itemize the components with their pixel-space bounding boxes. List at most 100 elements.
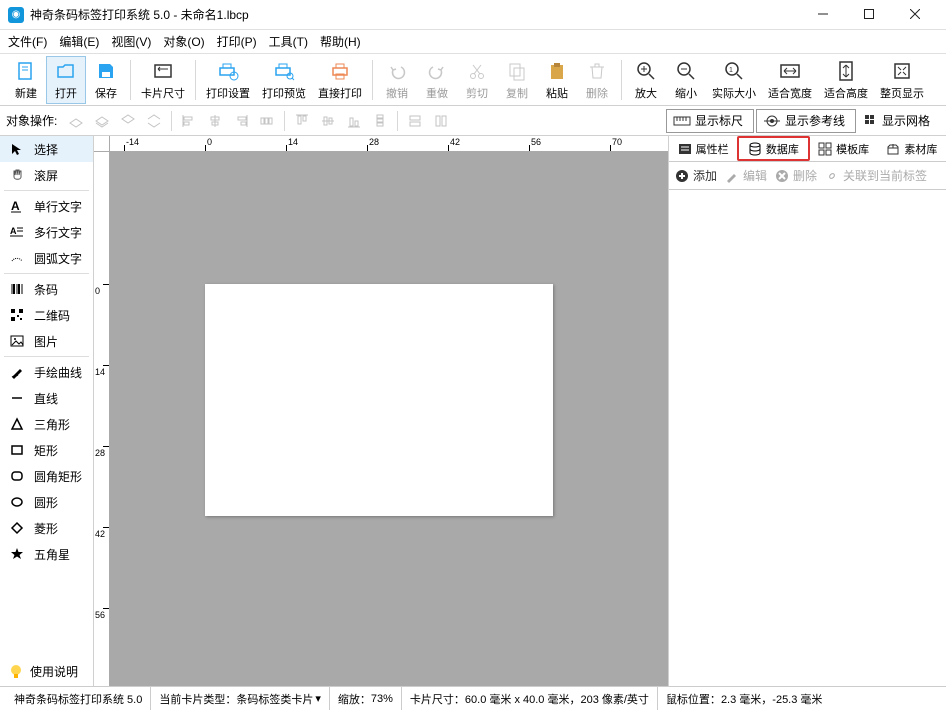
zoom-in-button[interactable]: 放大 bbox=[626, 56, 666, 104]
direct-print-button[interactable]: 直接打印 bbox=[312, 56, 368, 104]
align-right-icon[interactable] bbox=[230, 110, 252, 132]
dist-h-icon[interactable] bbox=[256, 110, 278, 132]
arc-text-icon bbox=[8, 251, 26, 265]
app-icon: ◉ bbox=[8, 7, 24, 23]
tool-triangle[interactable]: 三角形 bbox=[0, 411, 93, 437]
list-icon bbox=[678, 142, 692, 156]
tool-rect[interactable]: 矩形 bbox=[0, 437, 93, 463]
cut-button[interactable]: 剪切 bbox=[457, 56, 497, 104]
zoom-out-button[interactable]: 缩小 bbox=[666, 56, 706, 104]
tool-diamond[interactable]: 菱形 bbox=[0, 515, 93, 541]
menu-help[interactable]: 帮助(H) bbox=[320, 33, 361, 50]
tab-database[interactable]: 数据库 bbox=[737, 136, 809, 161]
align-bottom-icon[interactable] bbox=[343, 110, 365, 132]
print-preview-button[interactable]: 打印预览 bbox=[256, 56, 312, 104]
show-ruler-button[interactable]: 显示标尺 bbox=[666, 109, 754, 133]
tool-select[interactable]: 选择 bbox=[0, 136, 93, 162]
edit-action[interactable]: 编辑 bbox=[725, 167, 767, 184]
close-button[interactable] bbox=[892, 0, 938, 29]
link-action[interactable]: 关联到当前标签 bbox=[825, 167, 927, 184]
diamond-icon bbox=[8, 521, 26, 535]
align-center-h-icon[interactable] bbox=[204, 110, 226, 132]
status-mouse: 鼠标位置：2.3 毫米，-25.3 毫米 bbox=[658, 687, 830, 710]
layer-down-icon[interactable] bbox=[117, 110, 139, 132]
tool-roundrect[interactable]: 圆角矩形 bbox=[0, 463, 93, 489]
help-guide-button[interactable]: 使用说明 bbox=[0, 657, 93, 686]
ellipse-icon bbox=[8, 495, 26, 509]
same-width-icon[interactable] bbox=[404, 110, 426, 132]
layer-bottom-icon[interactable] bbox=[143, 110, 165, 132]
status-app: 神奇条码标签打印系统 5.0 bbox=[6, 687, 151, 710]
menu-file[interactable]: 文件(F) bbox=[8, 33, 47, 50]
align-left-icon[interactable] bbox=[178, 110, 200, 132]
tab-templates[interactable]: 模板库 bbox=[810, 136, 878, 161]
fit-width-button[interactable]: 适合宽度 bbox=[762, 56, 818, 104]
menu-print[interactable]: 打印(P) bbox=[217, 33, 257, 50]
cursor-icon bbox=[8, 142, 26, 156]
tool-line[interactable]: 直线 bbox=[0, 385, 93, 411]
paste-button[interactable]: 粘贴 bbox=[537, 56, 577, 104]
titlebar: ◉ 神奇条码标签打印系统 5.0 - 未命名1.lbcp bbox=[0, 0, 946, 30]
card-size-button[interactable]: 卡片尺寸 bbox=[135, 56, 191, 104]
tool-pan[interactable]: 滚屏 bbox=[0, 162, 93, 188]
menu-tool[interactable]: 工具(T) bbox=[269, 33, 308, 50]
align-top-icon[interactable] bbox=[291, 110, 313, 132]
new-button[interactable]: 新建 bbox=[6, 56, 46, 104]
menu-object[interactable]: 对象(O) bbox=[163, 33, 204, 50]
horizontal-ruler[interactable]: -14 0 14 28 42 56 70 bbox=[110, 136, 668, 152]
save-button[interactable]: 保存 bbox=[86, 56, 126, 104]
left-tool-palette: 选择 滚屏 A单行文字 A多行文字 圆弧文字 条码 二维码 图片 手绘曲线 直线… bbox=[0, 136, 94, 686]
undo-button[interactable]: 撤销 bbox=[377, 56, 417, 104]
triangle-icon bbox=[8, 417, 26, 431]
same-height-icon[interactable] bbox=[430, 110, 452, 132]
svg-text:A: A bbox=[10, 226, 17, 236]
tool-ellipse[interactable]: 圆形 bbox=[0, 489, 93, 515]
tool-star[interactable]: 五角星 bbox=[0, 541, 93, 567]
delete-button[interactable]: 删除 bbox=[577, 56, 617, 104]
align-center-v-icon[interactable] bbox=[317, 110, 339, 132]
tool-single-text[interactable]: A单行文字 bbox=[0, 193, 93, 219]
template-icon bbox=[818, 142, 832, 156]
design-canvas[interactable] bbox=[110, 152, 668, 686]
add-action[interactable]: 添加 bbox=[675, 167, 717, 184]
show-guides-button[interactable]: 显示参考线 bbox=[756, 109, 856, 133]
redo-button[interactable]: 重做 bbox=[417, 56, 457, 104]
status-card-type: 当前卡片类型：条码标签类卡片▾ bbox=[151, 687, 330, 710]
show-grid-button[interactable]: 显示网格 bbox=[858, 109, 940, 133]
label-page[interactable] bbox=[205, 284, 553, 516]
database-panel-body bbox=[669, 190, 946, 686]
copy-button[interactable]: 复制 bbox=[497, 56, 537, 104]
tool-freehand[interactable]: 手绘曲线 bbox=[0, 359, 93, 385]
x-circle-icon bbox=[775, 169, 789, 183]
menu-edit[interactable]: 编辑(E) bbox=[59, 33, 99, 50]
vertical-ruler[interactable]: 0 14 28 42 56 bbox=[94, 152, 110, 686]
actual-size-button[interactable]: 1实际大小 bbox=[706, 56, 762, 104]
tool-qrcode[interactable]: 二维码 bbox=[0, 302, 93, 328]
svg-text:1: 1 bbox=[729, 67, 733, 74]
right-panel: 属性栏 数据库 模板库 素材库 添加 编辑 bbox=[668, 136, 946, 686]
menu-view[interactable]: 视图(V) bbox=[111, 33, 151, 50]
tool-barcode[interactable]: 条码 bbox=[0, 276, 93, 302]
menubar: 文件(F) 编辑(E) 视图(V) 对象(O) 打印(P) 工具(T) 帮助(H… bbox=[0, 30, 946, 54]
layer-mid-icon[interactable] bbox=[91, 110, 113, 132]
open-button[interactable]: 打开 bbox=[46, 56, 86, 104]
main-toolbar: 新建 打开 保存 卡片尺寸 打印设置 打印预览 直接打印 撤销 重做 剪切 复制… bbox=[0, 54, 946, 106]
tool-multi-text[interactable]: A多行文字 bbox=[0, 219, 93, 245]
print-settings-button[interactable]: 打印设置 bbox=[200, 56, 256, 104]
layer-up-icon[interactable] bbox=[65, 110, 87, 132]
dist-v-icon[interactable] bbox=[369, 110, 391, 132]
status-zoom: 缩放：73% bbox=[330, 687, 402, 710]
object-ops-label: 对象操作: bbox=[6, 112, 57, 129]
image-icon bbox=[8, 334, 26, 348]
tab-properties[interactable]: 属性栏 bbox=[669, 136, 737, 161]
tab-assets[interactable]: 素材库 bbox=[878, 136, 946, 161]
maximize-button[interactable] bbox=[846, 0, 892, 29]
fit-height-button[interactable]: 适合高度 bbox=[818, 56, 874, 104]
fit-page-button[interactable]: 整页显示 bbox=[874, 56, 930, 104]
text-a-icon: A bbox=[8, 199, 26, 213]
tool-image[interactable]: 图片 bbox=[0, 328, 93, 354]
tool-arc-text[interactable]: 圆弧文字 bbox=[0, 245, 93, 271]
delete-action[interactable]: 删除 bbox=[775, 167, 817, 184]
minimize-button[interactable] bbox=[800, 0, 846, 29]
plus-circle-icon bbox=[675, 169, 689, 183]
